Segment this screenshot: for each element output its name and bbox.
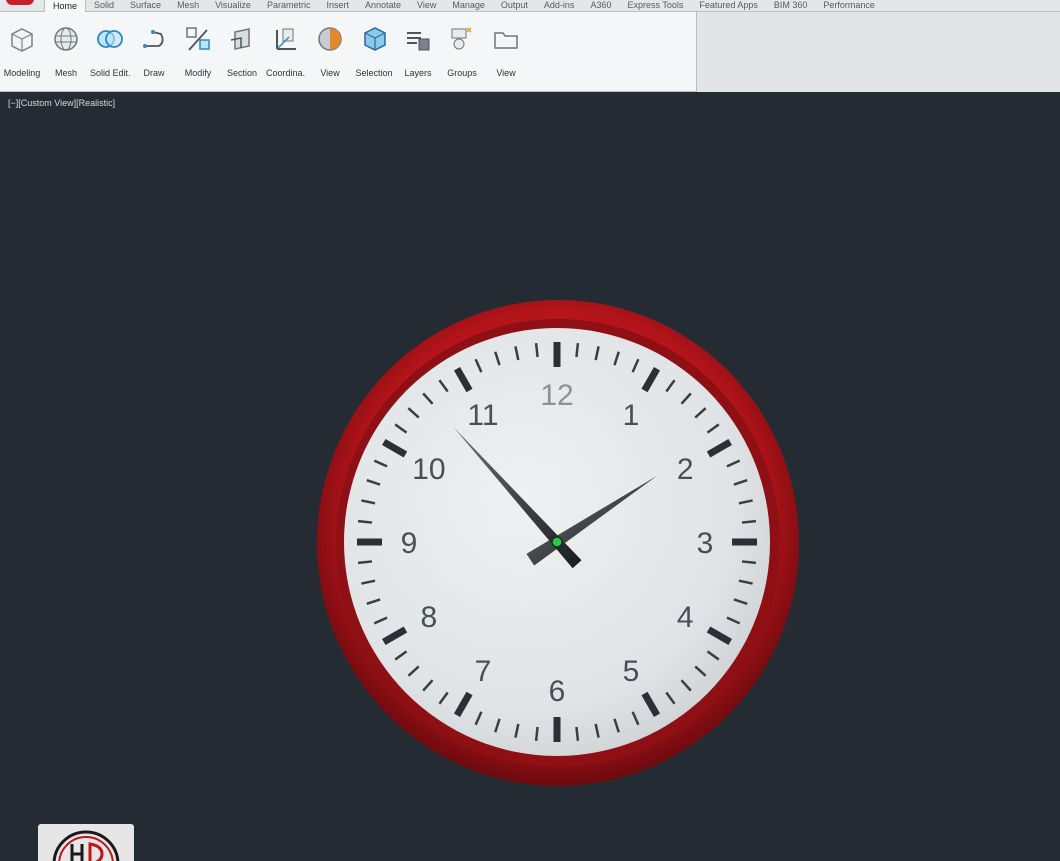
panel-label: Modify (184, 68, 212, 78)
minute-tick (575, 342, 580, 358)
clock-number: 8 (420, 601, 437, 634)
drawing-viewport[interactable]: [−][Custom View][Realistic] 12 1 2 3 4 5… (0, 92, 1060, 861)
tab-performance[interactable]: Performance (815, 0, 883, 11)
clock-number: 9 (401, 527, 418, 560)
clock-number: 4 (677, 601, 694, 634)
tab-output[interactable]: Output (493, 0, 536, 11)
box-icon (5, 22, 39, 56)
tab-a360[interactable]: A360 (582, 0, 619, 11)
panel-label: Solid Edit... (90, 68, 130, 78)
panel-label: Section (226, 68, 258, 78)
panel-modeling[interactable]: Modeling (2, 22, 42, 88)
clock-number: 3 (697, 527, 714, 560)
union-icon (93, 22, 127, 56)
tab-featured-apps[interactable]: Featured Apps (691, 0, 766, 11)
panel-modify[interactable]: Modify (178, 22, 218, 88)
channel-logo (38, 824, 134, 861)
clock-number: 10 (412, 453, 445, 486)
minute-tick (357, 519, 373, 524)
tab-home[interactable]: Home (44, 0, 87, 12)
selection-cube-icon (357, 22, 391, 56)
panel-section[interactable]: Section (222, 22, 262, 88)
panel-draw[interactable]: Draw (134, 22, 174, 88)
minute-tick (575, 726, 580, 742)
panel-coordina[interactable]: Coordina... (266, 22, 306, 88)
clock-number: 12 (540, 379, 573, 412)
panel-label: Modeling (3, 68, 41, 78)
clock-number: 6 (549, 675, 566, 708)
panel-view[interactable]: View (310, 22, 350, 88)
tab-bim-360[interactable]: BIM 360 (766, 0, 816, 11)
panel-label: Mesh (54, 68, 77, 78)
tab-surface[interactable]: Surface (122, 0, 169, 11)
tab-manage[interactable]: Manage (444, 0, 493, 11)
center-pivot (551, 536, 563, 548)
panel-label: Layers (404, 68, 432, 78)
minute-tick (534, 342, 539, 358)
panel-label: Draw (143, 68, 165, 78)
tab-annotate[interactable]: Annotate (357, 0, 409, 11)
layers-icon (401, 22, 435, 56)
panel-label: View (320, 68, 340, 78)
clock-number: 1 (623, 399, 640, 432)
minute-tick (534, 726, 539, 742)
clock-number: 11 (467, 399, 498, 432)
panel-mesh[interactable]: Mesh (46, 22, 86, 88)
autocad-window: Home Solid Surface Mesh Visualize Parametric I… (0, 0, 1060, 861)
tab-visualize[interactable]: Visualize (207, 0, 259, 11)
panel-solid-edit[interactable]: Solid Edit... (90, 22, 130, 88)
wall-clock-model: 121234567891011 (317, 300, 799, 786)
panel-groups[interactable]: Groups (442, 22, 482, 88)
tab-express-tools[interactable]: Express Tools (619, 0, 691, 11)
panel-label: View (496, 68, 516, 78)
tab-insert[interactable]: Insert (318, 0, 357, 11)
clock-number: 7 (475, 655, 492, 688)
viewport-controls-label[interactable]: [−][Custom View][Realistic] (8, 98, 115, 108)
modify-icon (181, 22, 215, 56)
minute-tick (741, 560, 757, 565)
ribbon-tabs: Home Solid Surface Mesh Visualize Parametric I… (44, 0, 883, 12)
clock-number: 5 (623, 655, 640, 688)
minute-tick (357, 560, 373, 565)
folder-icon (489, 22, 523, 56)
tab-view[interactable]: View (409, 0, 444, 11)
autocad-logo-icon (6, 0, 34, 5)
ribbon-tab-bar: Home Solid Surface Mesh Visualize Parametric I… (0, 0, 1060, 12)
groups-icon (445, 22, 479, 56)
panel-view[interactable]: View (486, 22, 526, 88)
tab-add-ins[interactable]: Add-ins (536, 0, 583, 11)
mesh-sphere-icon (49, 22, 83, 56)
panel-label: Groups (447, 68, 477, 78)
ribbon-panels: Modeling Mesh Solid Edit... Draw Modify Secti… (0, 12, 697, 92)
tab-parametric[interactable]: Parametric (259, 0, 319, 11)
ucs-icon (269, 22, 303, 56)
tab-mesh[interactable]: Mesh (169, 0, 207, 11)
minute-tick (741, 519, 757, 524)
panel-selection[interactable]: Selection (354, 22, 394, 88)
panel-layers[interactable]: Layers (398, 22, 438, 88)
polyline-icon (137, 22, 171, 56)
panel-label: Selection (355, 68, 393, 78)
tab-solid[interactable]: Solid (86, 0, 122, 11)
visual-style-icon (313, 22, 347, 56)
ribbon: Modeling Mesh Solid Edit... Draw Modify Secti… (0, 12, 1060, 92)
section-plane-icon (225, 22, 259, 56)
panel-label: Coordina... (266, 68, 306, 78)
application-menu-button[interactable] (0, 0, 44, 11)
clock-number: 2 (677, 453, 694, 486)
